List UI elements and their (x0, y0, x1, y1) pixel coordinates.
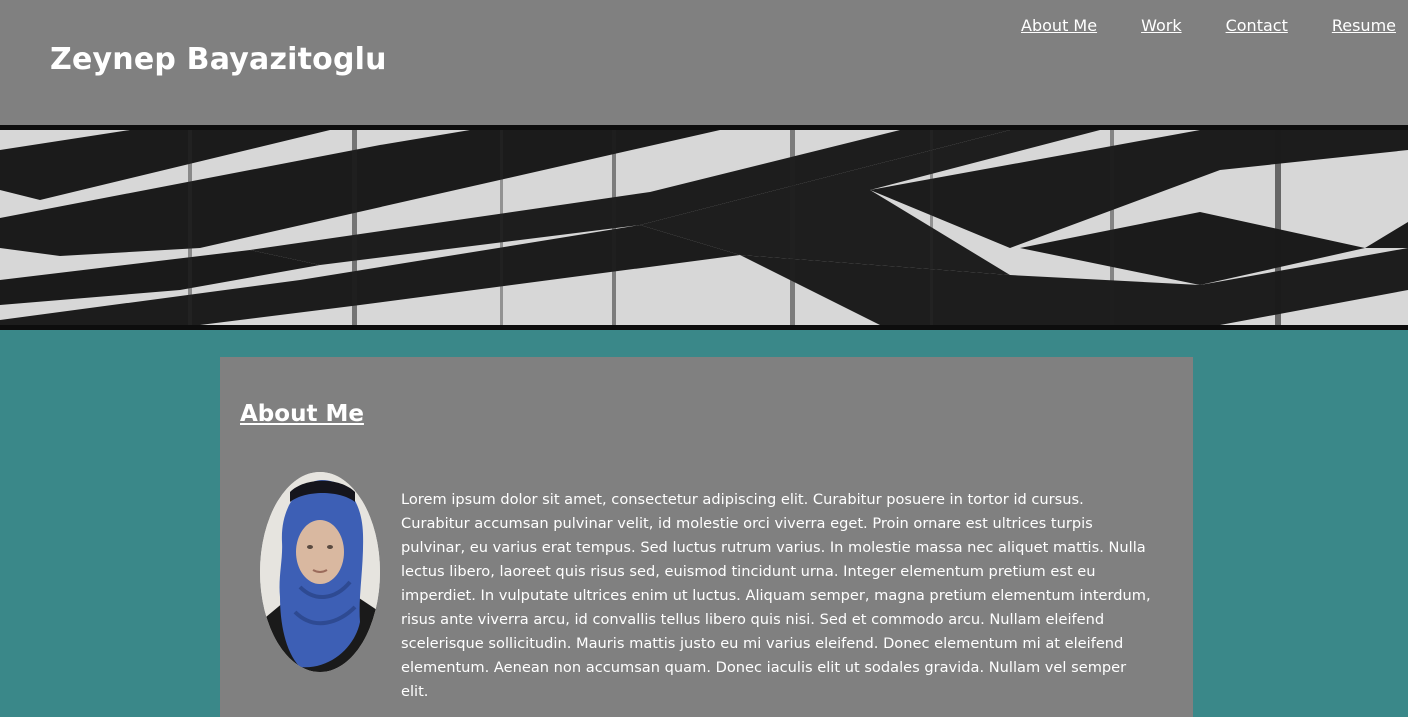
site-header: Zeynep Bayazitoglu About Me Work Contact… (0, 0, 1408, 125)
nav-link-work[interactable]: Work (1141, 15, 1182, 37)
nav-link-resume[interactable]: Resume (1332, 15, 1396, 37)
geometric-pattern-image (0, 130, 1408, 325)
nav-link-about-me[interactable]: About Me (1021, 15, 1097, 37)
nav-link-contact[interactable]: Contact (1226, 15, 1288, 37)
banner-image (0, 125, 1408, 330)
about-bio-text: Lorem ipsum dolor sit amet, consectetur … (401, 491, 1151, 700)
profile-photo (260, 472, 380, 672)
main-nav: About Me Work Contact Resume (1021, 15, 1396, 37)
about-section: About Me Lorem ipsum dolor sit amet, con… (220, 357, 1193, 717)
site-name: Zeynep Bayazitoglu (50, 42, 387, 77)
profile-photo-image (260, 472, 380, 672)
about-heading[interactable]: About Me (240, 399, 364, 429)
